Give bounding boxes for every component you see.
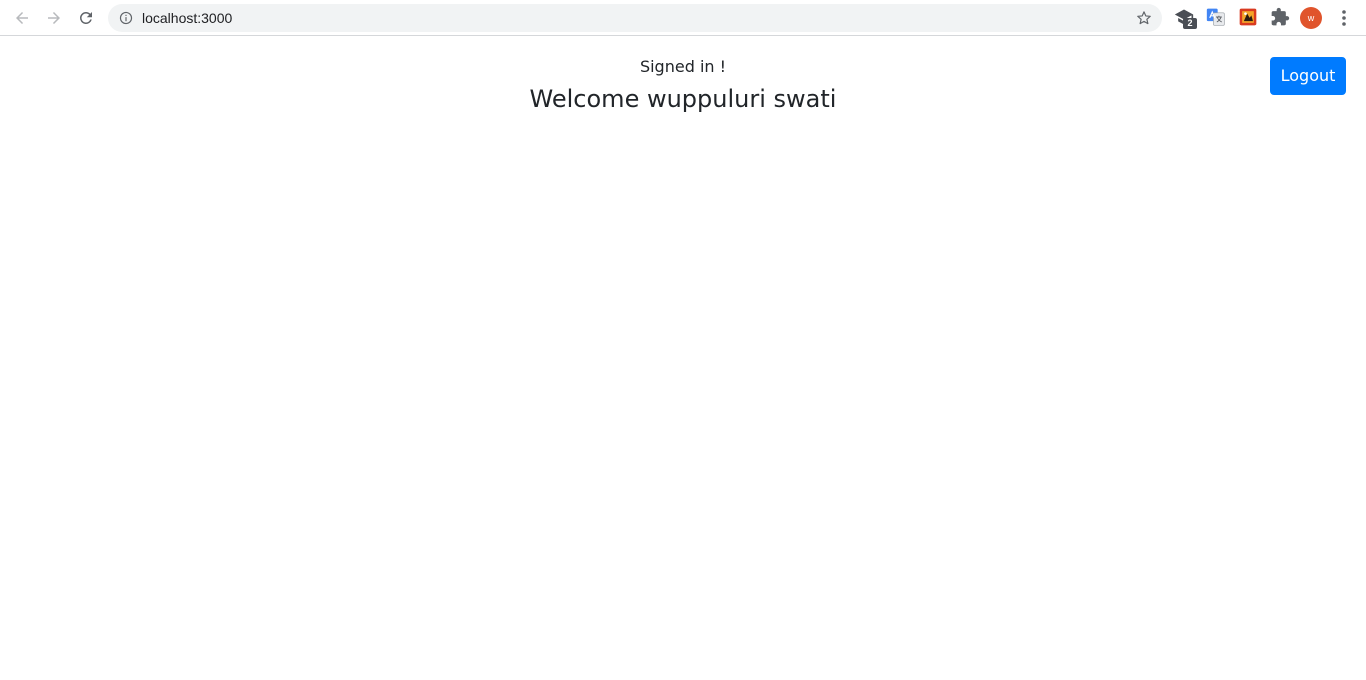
info-icon[interactable]: [119, 11, 133, 25]
extension-button-3[interactable]: [1238, 7, 1260, 29]
forward-arrow-icon: [48, 12, 60, 24]
puzzle-piece-icon: [1271, 7, 1290, 26]
browser-menu-button[interactable]: [1334, 7, 1354, 29]
address-bar[interactable]: localhost:3000: [108, 4, 1162, 32]
browser-toolbar: localhost:3000 2 w: [0, 0, 1366, 36]
back-button[interactable]: [7, 3, 37, 33]
extension-badge: 2: [1183, 18, 1197, 29]
url-text[interactable]: localhost:3000: [142, 4, 232, 32]
forward-button[interactable]: [39, 3, 69, 33]
welcome-heading: Welcome wuppuluri swati: [529, 85, 837, 113]
reload-icon: [79, 11, 92, 24]
extension-red-icon: [1239, 8, 1257, 26]
more-vertical-icon: [1342, 10, 1346, 26]
signed-in-status: Signed in !: [639, 57, 727, 76]
logout-button[interactable]: Logout: [1270, 57, 1346, 95]
profile-avatar[interactable]: w: [1300, 7, 1322, 29]
extension-button-1[interactable]: 2: [1174, 7, 1197, 29]
star-icon[interactable]: [1136, 10, 1152, 26]
page-content: Signed in ! Welcome wuppuluri swati Logo…: [0, 37, 1366, 680]
reload-button[interactable]: [71, 3, 101, 33]
back-arrow-icon: [16, 12, 28, 24]
google-translate-icon: [1206, 8, 1225, 26]
extensions-menu-button[interactable]: [1270, 7, 1292, 29]
extension-button-2[interactable]: [1206, 7, 1228, 29]
